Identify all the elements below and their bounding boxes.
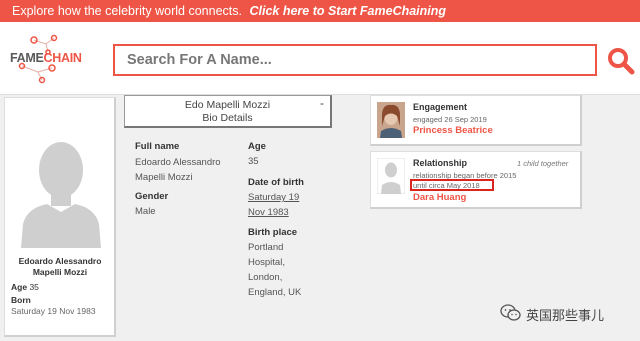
partner-name-link[interactable]: Dara Huang [413, 192, 466, 203]
watermark-text: 英国那些事儿 [526, 308, 605, 323]
birthplace-line: Hospital, [248, 257, 285, 268]
dob-year-link[interactable]: Nov 1983 [248, 205, 299, 220]
site-header: FAMECHAIN Search For A Name... [0, 22, 640, 95]
profile-card: Edoardo Alessandro Mapelli Mozzi Age 35 … [4, 97, 116, 337]
dob-label: Date of birth [248, 177, 304, 188]
logo-word-chain: CHAIN [43, 51, 82, 65]
birthplace-value: Portland Hospital, London, England, UK [248, 240, 301, 300]
partner-photo[interactable] [377, 102, 405, 138]
dob-value: Saturday 19 Nov 1983 [248, 190, 299, 220]
birthplace-line: England, UK [248, 287, 302, 298]
profile-age: Age 35 [11, 282, 39, 293]
famechain-logo[interactable]: FAMECHAIN [8, 34, 90, 84]
gender-value: Male [135, 206, 156, 217]
birthplace-label: Birth place [248, 227, 298, 238]
profile-age-value: 35 [29, 282, 39, 292]
fullname-line2: Mapelli Mozzi [135, 172, 193, 183]
partner-name-link[interactable]: Princess Beatrice [413, 125, 493, 136]
age-label: Age [248, 141, 266, 152]
fullname-line1: Edoardo Alessandro [135, 157, 221, 168]
profile-born-label: Born [11, 295, 31, 305]
relation-type: Engagement [413, 102, 468, 112]
engagement-card[interactable]: Engagement engaged 26 Sep 2019 Princess … [370, 95, 582, 146]
bio-title-name: Edo Mapelli Mozzi [184, 99, 271, 111]
top-banner[interactable]: Explore how the celebrity world connects… [0, 0, 640, 22]
wechat-icon [500, 304, 521, 321]
relationship-card[interactable]: Relationship 1 child together relationsh… [370, 151, 582, 209]
profile-name: Edoardo Alessandro Mapelli Mozzi [5, 256, 115, 278]
watermark: 英国那些事儿 [500, 303, 636, 323]
birthplace-line: Portland [248, 242, 284, 253]
bio-title-subtitle: Bio Details [202, 112, 253, 124]
birthplace-line: London, [248, 272, 283, 283]
search-input[interactable]: Search For A Name... [113, 44, 597, 76]
logo-wordmark: FAMECHAIN [10, 51, 82, 65]
logo-word-fame: FAME [10, 51, 44, 65]
search-icon[interactable] [607, 47, 635, 75]
child-note: 1 child together [517, 159, 569, 168]
silhouette-icon[interactable] [376, 157, 406, 195]
profile-born-value: Saturday 19 Nov 1983 [11, 306, 96, 316]
gender-label: Gender [135, 191, 169, 202]
silhouette-icon [17, 132, 105, 248]
relation-type: Relationship [413, 158, 468, 168]
dob-day-link[interactable]: Saturday 19 [248, 190, 299, 205]
banner-text: Explore how the celebrity world connects… [12, 4, 242, 18]
relation-detail: engaged 26 Sep 2019 [413, 115, 487, 124]
collapse-button[interactable]: - [320, 97, 324, 110]
profile-age-label: Age [11, 282, 28, 292]
profile-name-line2: Mapelli Mozzi [32, 267, 88, 277]
profile-name-line1: Edoardo Alessandro [18, 256, 102, 266]
highlight-box [410, 179, 494, 191]
start-famechaining-link[interactable]: Click here to Start FameChaining [249, 4, 446, 18]
fullname-value: Edoardo Alessandro Mapelli Mozzi [135, 155, 221, 185]
fullname-label: Full name [135, 141, 180, 152]
bio-details: Full name Edoardo Alessandro Mapelli Moz… [124, 128, 332, 336]
bio-details-header[interactable]: Edo Mapelli Mozzi Bio Details - [124, 95, 332, 128]
age-value: 35 [248, 156, 259, 167]
